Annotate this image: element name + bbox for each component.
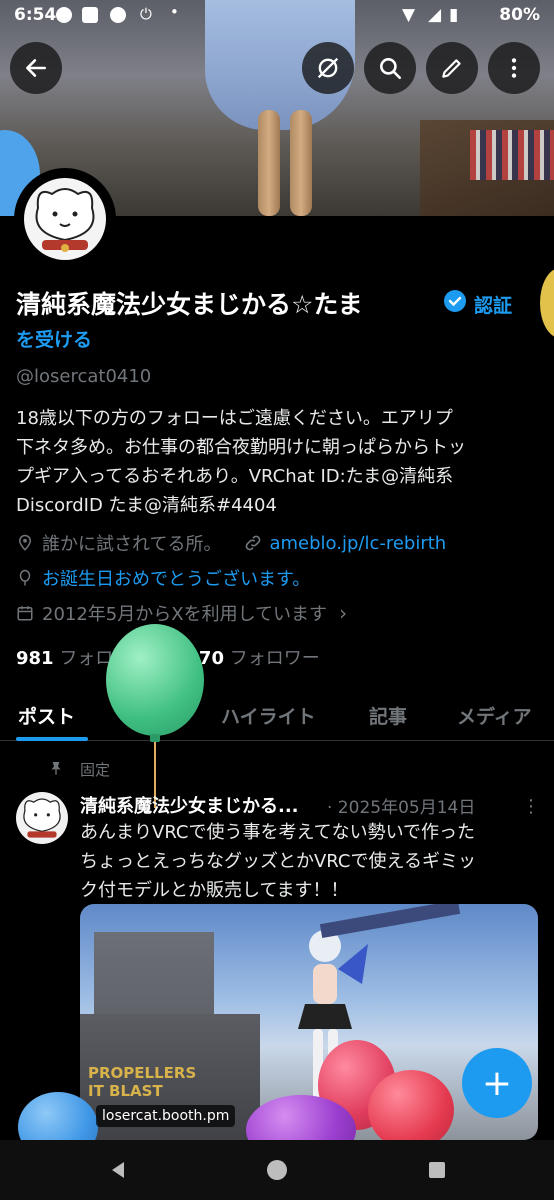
post-text: あんまりVRCで使う事を考えてない勢いで作った ちょっとえっちなグッズとかVRC… [80,818,545,905]
following-count: 981 [16,648,54,669]
link-icon [246,535,261,551]
pinned-label: 固定 [80,761,111,779]
post-text-line: あんまりVRCで使う事を考えてない勢いで作った [80,822,476,843]
arrow-left-icon [26,59,46,77]
verified-badge-icon[interactable] [444,290,466,312]
banner-books [470,130,554,180]
battery-percent: 80% [499,5,540,25]
user-handle: @losercat0410 [16,366,152,387]
plus-icon: + [481,1062,513,1104]
signal-icon: ◢ [428,5,442,25]
status-time: 6:54 [14,5,57,25]
grok-icon [317,57,339,79]
compose-post-button[interactable]: + [462,1048,532,1118]
banner-figure-leg [290,110,312,216]
bio-line: DiscordID たま@清純系#4404 [16,495,277,516]
balloon-icon [19,569,31,586]
notification-icon [82,7,98,23]
cat-avatar-image [35,188,95,252]
post-author-avatar[interactable] [16,792,68,844]
image-sign-text: PROPELLERS IT BLAST [88,1064,197,1100]
post-author-name[interactable]: 清純系魔法少女まじかる... [80,792,299,818]
profile-avatar[interactable] [14,168,116,270]
calendar-icon [17,606,33,621]
profile-bio: 18歳以下の方のフォローはご遠慮ください。エアリプ 下ネタ多め。お仕事の都合夜勤… [16,404,542,520]
nav-back-icon[interactable] [108,1160,128,1180]
nav-home-icon[interactable] [266,1159,288,1181]
get-verified-link-continued[interactable]: を受ける [16,325,92,352]
image-link-caption[interactable]: losercat.booth.pm [96,1105,236,1127]
notification-icon [110,7,126,23]
status-bar: 6:54 ⏻ • ▼ ◢ ▮ 80% [0,0,554,32]
post-date: · 2025年05月14日 [327,798,476,818]
balloon-green [106,624,204,736]
notification-icon [56,7,72,23]
joined-row[interactable]: 2012年5月からXを利用しています › [16,600,347,626]
display-name: 清純系魔法少女まじかる☆たま [16,290,363,319]
bio-line: 18歳以下の方のフォローはご遠慮ください。エアリプ [16,408,453,429]
balloon-red [368,1070,454,1150]
grok-button[interactable] [302,42,354,94]
cat-avatar-image [23,798,61,838]
pin-icon [51,762,61,775]
post-more-icon[interactable]: ⋮ [522,796,540,817]
tab-articles[interactable]: 記事 [369,702,407,729]
wifi-icon: ▼ [402,5,416,25]
website-link[interactable]: ameblo.jp/lc-rebirth [269,533,446,554]
power-icon: ⏻ [140,5,152,23]
get-verified-link[interactable]: 認証 [474,291,512,318]
tab-posts[interactable]: ポスト [18,702,75,729]
location-pin-icon [18,534,32,551]
image-aircraft-wing [319,904,461,939]
post-text-line: ク付モデルとか販売してます！！ [80,880,349,901]
profile-meta-row: 誰かに試されてる所。 ameblo.jp/lc-rebirth [16,530,446,556]
back-button[interactable] [10,42,62,94]
birthday-row: お誕生日おめでとうございます。 [16,565,310,591]
birthday-message[interactable]: お誕生日おめでとうございます。 [42,565,310,591]
tab-media[interactable]: メディア [457,702,532,729]
chevron-right-icon: › [339,601,348,625]
bio-line: 下ネタ多め。お仕事の都合夜勤明けに朝っぱらからトッ [16,437,466,458]
profile-tabs: ポスト 返信 ハイライト 記事 メディア [0,690,554,741]
location-text: 誰かに試されてる所。 [42,534,222,555]
more-vertical-icon [511,58,517,78]
post-text-line: ちょっとえっちなグッズとかVRCで使えるギミッ [80,851,476,872]
followers-label: フォロワー [229,648,320,669]
battery-icon: ▮ [449,5,459,25]
nav-recents-icon[interactable] [428,1161,446,1179]
pencil-icon [442,59,461,78]
balloon-knot [150,734,160,742]
system-nav-bar [0,1140,554,1200]
edit-button[interactable] [426,42,478,94]
active-tab-indicator [16,737,88,741]
tab-highlights[interactable]: ハイライト [221,702,316,729]
balloon-yellow [540,268,554,338]
more-options-button[interactable] [488,42,540,94]
bio-line: プギア入ってるおそれあり。VRChat ID:たま@清純系 [16,466,454,487]
dot-icon: • [170,3,179,21]
search-button[interactable] [364,42,416,94]
joined-date: 2012年5月からXを利用しています [42,604,328,625]
search-icon [380,58,402,80]
banner-figure-leg [258,110,280,216]
